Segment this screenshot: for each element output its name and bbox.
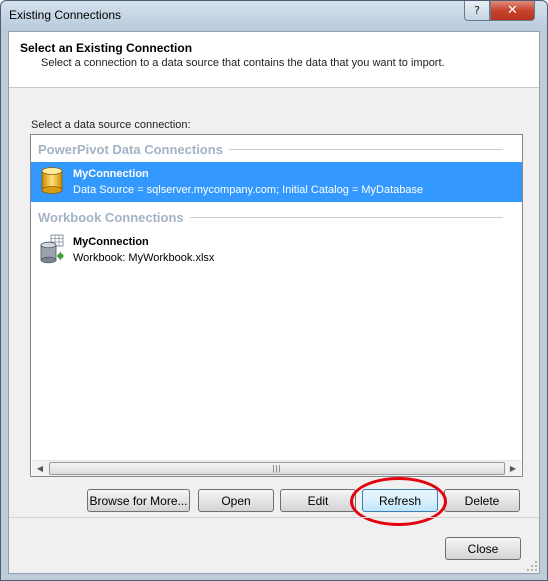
group-title: Workbook Connections [38, 209, 184, 225]
scroll-thumb[interactable]: ||| [49, 462, 505, 475]
window-close-button[interactable]: ✕ [490, 1, 535, 21]
header-description: Select a connection to a data source tha… [41, 57, 445, 69]
scroll-right-arrow-icon[interactable]: ▶ [505, 461, 521, 476]
browse-for-more-button[interactable]: Browse for More... [87, 489, 190, 512]
existing-connections-dialog: Existing Connections ? ✕ Select an Exist… [0, 0, 548, 581]
connections-listbox[interactable]: PowerPivot Data Connections MyConnection… [30, 134, 523, 477]
resize-grip-icon[interactable] [526, 560, 538, 572]
connection-detail: Data Source = sqlserver.mycompany.com; I… [73, 184, 424, 196]
group-header-workbook: Workbook Connections [31, 206, 509, 228]
help-icon: ? [474, 4, 480, 17]
delete-button[interactable]: Delete [444, 489, 520, 512]
close-button[interactable]: Close [445, 537, 521, 560]
header-title: Select an Existing Connection [20, 41, 193, 55]
open-button[interactable]: Open [198, 489, 274, 512]
title-bar[interactable]: Existing Connections ? ✕ [1, 1, 547, 31]
database-icon [41, 167, 63, 194]
dialog-header: Select an Existing Connection Select a c… [9, 32, 539, 88]
footer-divider [9, 517, 539, 518]
list-item-workbook-myconnection[interactable]: MyConnection Workbook: MyWorkbook.xlsx [31, 230, 522, 270]
dialog-body: Select an Existing Connection Select a c… [8, 31, 540, 574]
scroll-left-arrow-icon[interactable]: ◀ [32, 461, 48, 476]
list-label: Select a data source connection: [31, 119, 191, 131]
connection-name: MyConnection [73, 236, 149, 248]
group-divider [189, 216, 503, 218]
connection-detail: Workbook: MyWorkbook.xlsx [73, 252, 215, 264]
workbook-connection-icon [40, 234, 64, 264]
edit-button[interactable]: Edit [280, 489, 356, 512]
window-title: Existing Connections [9, 8, 122, 22]
connection-name: MyConnection [73, 168, 149, 180]
close-icon: ✕ [507, 3, 518, 18]
refresh-button[interactable]: Refresh [362, 489, 438, 512]
help-button[interactable]: ? [464, 1, 490, 21]
group-title: PowerPivot Data Connections [38, 141, 223, 157]
group-divider [228, 148, 503, 150]
list-item-powerpivot-myconnection[interactable]: MyConnection Data Source = sqlserver.myc… [31, 162, 522, 202]
group-header-powerpivot: PowerPivot Data Connections [31, 138, 509, 160]
horizontal-scrollbar[interactable]: ◀ ||| ▶ [32, 460, 521, 476]
